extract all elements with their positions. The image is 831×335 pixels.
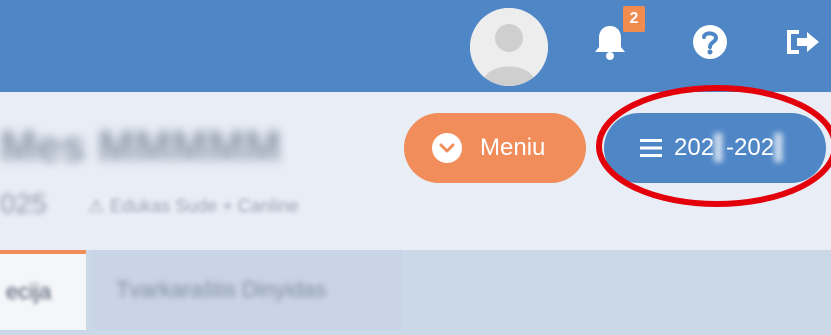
- tab-schedule-label: Tvarkaraštis Dinyidas: [116, 277, 327, 302]
- school-year-start: 202: [674, 134, 715, 161]
- help-button[interactable]: [682, 14, 738, 70]
- tab-schedule[interactable]: Tvarkaraštis Dinyidas: [92, 250, 402, 330]
- school-year-redacted: ▌: [714, 134, 732, 161]
- school-year-end: -202: [726, 134, 775, 161]
- notifications-count-badge: 2: [623, 6, 645, 32]
- school-year-label: 202▌-202▌: [674, 134, 792, 162]
- page-title: Mes MMMMM: [0, 122, 282, 171]
- hamburger-icon: [640, 139, 662, 157]
- warning-icon: ⚠: [88, 196, 105, 216]
- school-year-redacted-2: ▌: [774, 134, 792, 161]
- page-year-small: 025: [0, 188, 47, 219]
- tab-active[interactable]: ecija: [0, 250, 86, 330]
- school-year-selector[interactable]: 202▌-202▌: [604, 113, 826, 183]
- tab-active-label: ecija: [6, 279, 52, 304]
- chevron-down-icon: [432, 133, 462, 163]
- page-subtitle-text: Edukas Sude + Canline: [110, 196, 299, 216]
- question-icon: [693, 25, 727, 59]
- logout-icon: [787, 30, 819, 54]
- user-avatar-icon: [470, 8, 548, 86]
- menu-button[interactable]: Meniu: [404, 113, 586, 183]
- page-subtitle: ⚠ Edukas Sude + Canline: [88, 196, 299, 217]
- menu-button-label: Meniu: [480, 134, 546, 161]
- user-avatar[interactable]: [470, 8, 548, 86]
- logout-button[interactable]: [776, 14, 826, 70]
